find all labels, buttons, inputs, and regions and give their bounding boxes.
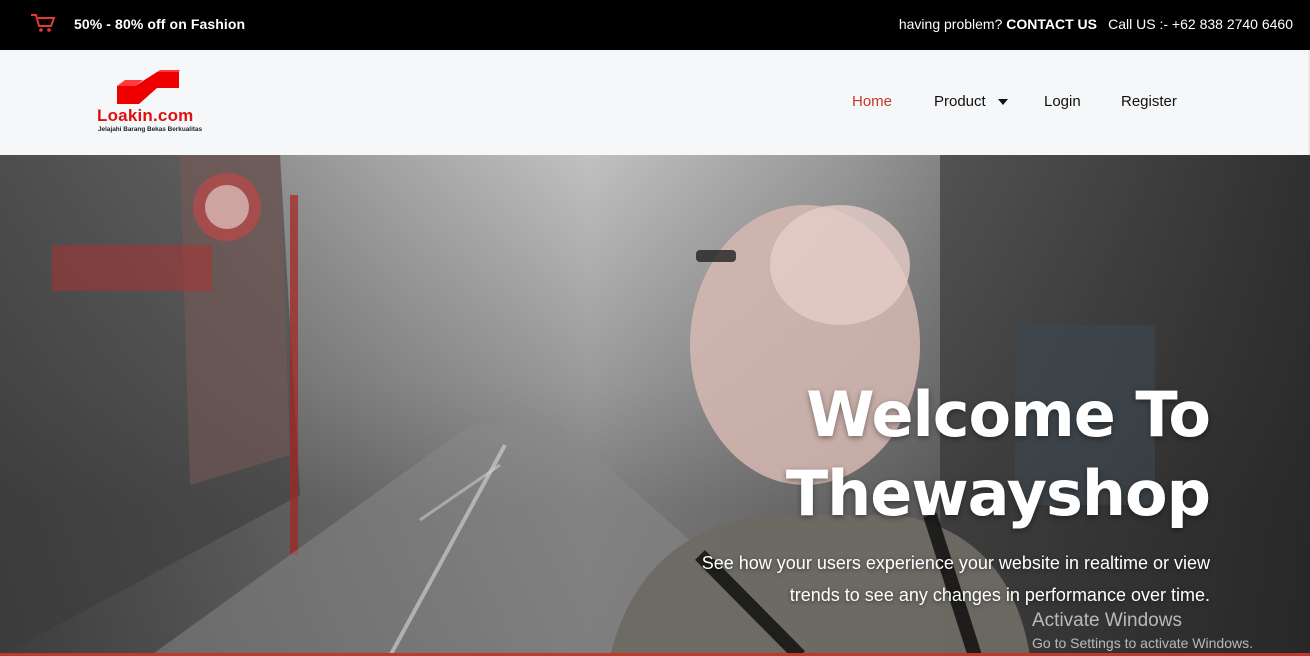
watermark-line2: Go to Settings to activate Windows. [1032, 635, 1253, 651]
promo-text: 50% - 80% off on Fashion [74, 16, 246, 32]
help-prefix: having problem? [898, 16, 1003, 32]
nav-register[interactable]: Register [1121, 93, 1177, 110]
hero-subtitle-line1: See how your users experience your websi… [701, 553, 1210, 573]
hero-subtitle-line2: trends to see any changes in performance… [789, 585, 1210, 605]
activate-windows-watermark: Activate Windows Go to Settings to activ… [1032, 610, 1253, 651]
logo-text: Loakin.com [97, 106, 194, 125]
nav-home[interactable]: Home [852, 93, 892, 110]
site-logo[interactable]: Loakin.com Jelajahi Barang Bekas Berkual… [97, 70, 207, 136]
site-header: Loakin.com Jelajahi Barang Bekas Berkual… [0, 50, 1310, 155]
hero-title: Welcome To Thewayshop [702, 375, 1211, 533]
hero-banner: Welcome To Thewayshop See how your users… [0, 155, 1310, 656]
contact-us-link[interactable]: CONTACT US [1006, 16, 1097, 32]
logo-box-icon [117, 70, 180, 104]
nav-login[interactable]: Login [1044, 93, 1081, 110]
help-text: having problem? CONTACT US [899, 16, 1097, 32]
hero-text-block: Welcome To Thewayshop See how your users… [702, 375, 1211, 611]
nav-product[interactable]: Product [934, 93, 986, 110]
call-us-text: Call US :- +62 838 2740 6460 [1108, 16, 1293, 32]
top-bar: 50% - 80% off on Fashion having problem?… [0, 0, 1310, 50]
watermark-line1: Activate Windows [1032, 610, 1182, 631]
hero-title-line1: Welcome To [806, 378, 1211, 451]
logo-tagline: Jelajahi Barang Bekas Berkualitas [98, 126, 203, 133]
hero-subtitle: See how your users experience your websi… [702, 547, 1210, 611]
chevron-down-icon[interactable] [998, 99, 1008, 105]
hero-title-line2: Thewayshop [785, 457, 1211, 530]
cart-icon[interactable] [30, 13, 56, 33]
